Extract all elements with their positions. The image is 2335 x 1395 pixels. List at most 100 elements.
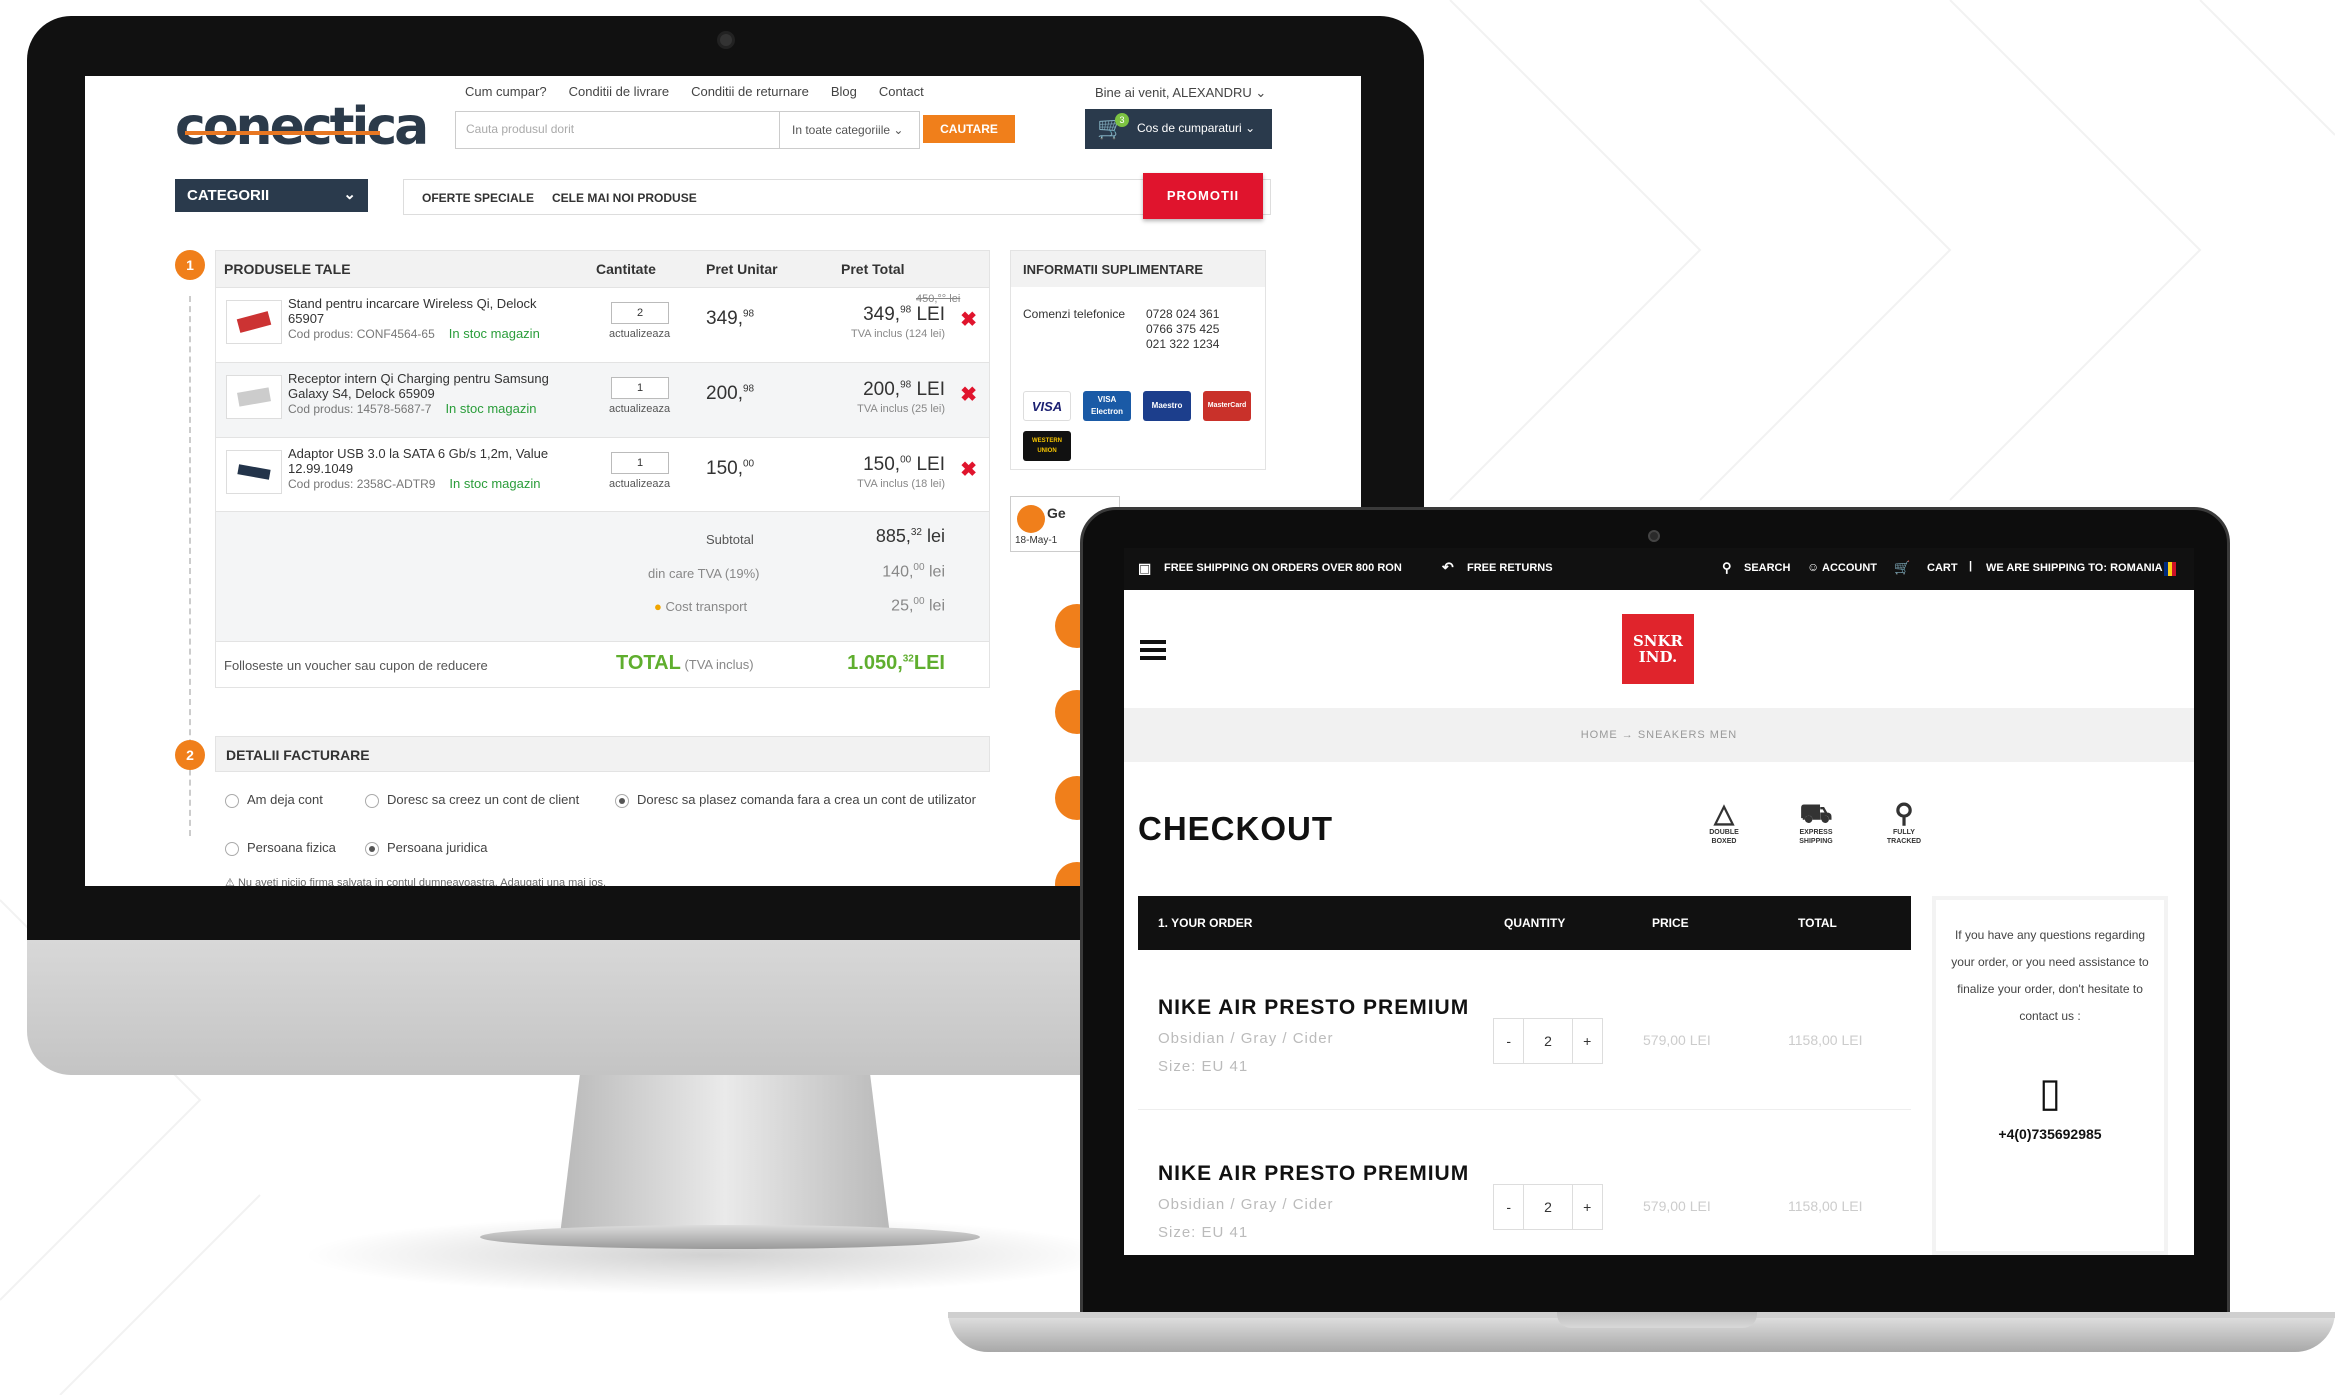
search-button[interactable]: CAUTARE (923, 115, 1015, 143)
phone-number[interactable]: 021 322 1234 (1146, 337, 1219, 352)
feature-line: SHIPPING (1799, 838, 1833, 845)
voucher-link[interactable]: Folloseste un voucher sau cupon de reduc… (224, 658, 488, 673)
category-select[interactable]: In toate categoriile ⌄ (780, 111, 920, 149)
chevron-down-icon: ⌄ (343, 186, 356, 203)
unit-price: 150,00 (706, 458, 754, 480)
phone-icon: ▯ (2038, 1071, 2061, 1115)
radio-individual[interactable]: Persoana fizica (225, 840, 336, 856)
order-table-header: 1. YOUR ORDER QUANTITY PRICE TOTAL (1138, 896, 1911, 950)
update-link[interactable]: actualizeaza (609, 478, 670, 490)
cart-icon[interactable]: 🛒 (1894, 560, 1910, 576)
nav-new-products[interactable]: CELE MAI NOI PRODUSE (552, 191, 697, 205)
unit-price-main: 200, (706, 383, 743, 404)
feature-line: TRACKED (1886, 838, 1922, 845)
increment-button[interactable]: + (1573, 1019, 1602, 1063)
chevron-down-icon: ⌄ (1255, 85, 1267, 100)
grand-total-value: 1.050,32LEI (847, 652, 945, 675)
update-link[interactable]: actualizeaza (609, 403, 670, 415)
link-blog[interactable]: Blog (831, 84, 857, 99)
free-returns-text: FREE RETURNS (1467, 562, 1553, 574)
link-returns[interactable]: Conditii de returnare (691, 84, 809, 99)
decrement-button[interactable]: - (1494, 1019, 1523, 1063)
product-name[interactable]: Receptor intern Qi Charging pentru Samsu… (288, 371, 549, 401)
product-thumbnail[interactable] (226, 375, 282, 419)
cart-row: Adaptor USB 3.0 la SATA 6 Gb/s 1,2m, Val… (216, 437, 989, 512)
grand-total-note: (TVA inclus) (684, 657, 754, 672)
page-title: CHECKOUT (1138, 810, 1333, 847)
product-name[interactable]: NIKE AIR PRESTO PREMIUM (1158, 996, 1469, 1020)
cart-table: PRODUSELE TALE Cantitate Pret Unitar Pre… (215, 250, 990, 688)
badge-text: Ge (1047, 505, 1066, 521)
quantity-input[interactable]: 1 (611, 377, 669, 399)
site-logo[interactable]: conectica (175, 101, 429, 153)
radio-existing-account[interactable]: Am deja cont (225, 792, 323, 808)
radio-company[interactable]: Persoana juridica (365, 840, 487, 856)
item-price: 579,00 LEI (1643, 1032, 1711, 1048)
categories-dropdown[interactable]: CATEGORII ⌄ (175, 179, 368, 212)
col-total: TOTAL (1798, 916, 1837, 930)
feature-line: FULLY (1893, 829, 1915, 836)
subtotal-currency: lei (921, 526, 945, 546)
feature-line: BOXED (1711, 838, 1737, 845)
increment-button[interactable]: + (1573, 1185, 1602, 1229)
total-price: 349,98 LEI (863, 304, 945, 326)
product-thumbnail[interactable] (226, 450, 282, 494)
truck-icon: ⛟ (1799, 798, 1833, 828)
total-price-currency: LEI (911, 379, 945, 400)
update-link[interactable]: actualizeaza (609, 328, 670, 340)
quantity-input[interactable]: 1 (611, 452, 669, 474)
remove-icon[interactable]: ✖ (960, 307, 977, 332)
snkr-logo[interactable]: SNKR IND. (1622, 614, 1694, 684)
unit-price-main: 150, (706, 458, 743, 479)
radio-guest-checkout[interactable]: Doresc sa plasez comanda fara a crea un … (615, 792, 976, 808)
remove-icon[interactable]: ✖ (960, 457, 977, 482)
feature-express-shipping: ⛟ EXPRESS SHIPPING (1786, 798, 1846, 846)
warning-icon: ⚠ (225, 877, 235, 886)
account-icon[interactable]: ☺ (1807, 560, 1819, 574)
cart-table-header: PRODUSELE TALE Cantitate Pret Unitar Pre… (216, 251, 989, 287)
decrement-button[interactable]: - (1494, 1185, 1523, 1229)
link-contact[interactable]: Contact (879, 84, 924, 99)
shipping-country-text: WE ARE SHIPPING TO: ROMANIA (1986, 562, 2163, 574)
cart-button[interactable]: 🛒 3 Cos de cumparaturi ⌄ (1085, 109, 1272, 149)
radio-circle (365, 841, 379, 856)
phone-number[interactable]: 0728 024 361 (1146, 307, 1219, 322)
total-row: Folloseste un voucher sau cupon de reduc… (216, 641, 989, 687)
phone-number[interactable]: 0766 375 425 (1146, 322, 1219, 337)
subtotal-value: 885,32 lei (876, 526, 945, 547)
category-select-value: In toate categoriile (792, 123, 891, 137)
hamburger-menu-icon[interactable] (1140, 640, 1166, 660)
product-thumbnail[interactable] (226, 300, 282, 344)
product-info: Receptor intern Qi Charging pentru Samsu… (288, 371, 558, 417)
quantity-value[interactable]: 2 (1523, 1185, 1573, 1229)
product-name[interactable]: Stand pentru incarcare Wireless Qi, Delo… (288, 296, 537, 326)
help-text: If you have any questions regarding your… (1951, 928, 2149, 1023)
account-link[interactable]: ACCOUNT (1822, 562, 1877, 574)
vat-value: 140,00 lei (882, 562, 945, 581)
cart-link[interactable]: CART (1927, 562, 1958, 574)
imac-stand-neck (560, 1075, 890, 1235)
nav-special-offers[interactable]: OFERTE SPECIALE (422, 191, 534, 205)
product-name[interactable]: Adaptor USB 3.0 la SATA 6 Gb/s 1,2m, Val… (288, 446, 548, 476)
welcome-menu[interactable]: Bine ai venit, ALEXANDRU ⌄ (1095, 85, 1266, 101)
snkr-screen: ▣ FREE SHIPPING ON ORDERS OVER 800 RON ↶… (1124, 548, 2194, 1255)
search-icon[interactable]: ⚲ (1722, 560, 1732, 576)
order-item: NIKE AIR PRESTO PREMIUM Obsidian / Gray … (1138, 950, 1911, 1110)
link-how-to-buy[interactable]: Cum cumpar? (465, 84, 547, 99)
remove-icon[interactable]: ✖ (960, 382, 977, 407)
quantity-input[interactable]: 2 (611, 302, 669, 324)
breadcrumb[interactable]: HOME → SNEAKERS MEN (1124, 708, 2194, 762)
product-name[interactable]: NIKE AIR PRESTO PREMIUM (1158, 1162, 1469, 1186)
promo-button[interactable]: PROMOTII (1143, 173, 1263, 219)
step-badge-1: 1 (175, 250, 205, 280)
welcome-text: Bine ai venit, ALEXANDRU (1095, 85, 1252, 100)
grand-total-decimals: 32 (902, 653, 914, 665)
help-phone[interactable]: +4(0)735692985 (1936, 1126, 2164, 1142)
link-delivery[interactable]: Conditii de livrare (569, 84, 669, 99)
quantity-value[interactable]: 2 (1523, 1019, 1573, 1063)
search-link[interactable]: SEARCH (1744, 562, 1790, 574)
phone-list: 0728 024 361 0766 375 425 021 322 1234 (1146, 307, 1219, 352)
radio-create-account[interactable]: Doresc sa creez un cont de client (365, 792, 579, 808)
product-size: Size: EU 41 (1158, 1224, 1249, 1241)
search-input[interactable]: Cauta produsul dorit (455, 111, 780, 149)
